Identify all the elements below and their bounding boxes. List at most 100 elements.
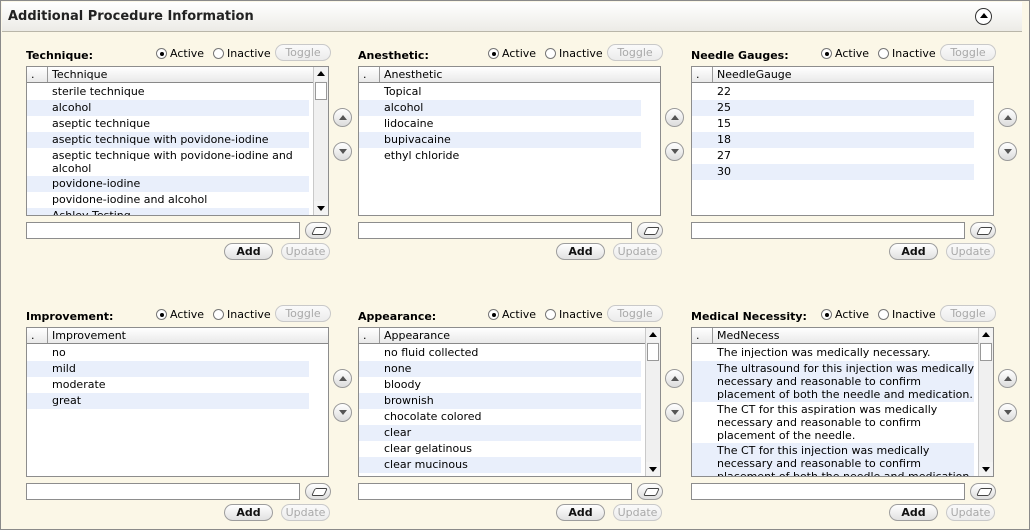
add-button[interactable]: Add [224,243,273,260]
list-anesthetic[interactable]: . Anesthetic Topical alcohol lidocaine bupiva… [358,66,661,216]
list-technique[interactable]: . Technique sterile technique alcohol asepti… [26,66,329,216]
list-item[interactable]: clear [359,425,641,441]
update-button[interactable]: Update [946,504,995,521]
move-up-icon[interactable] [998,108,1017,127]
eraser-icon[interactable] [305,483,331,500]
eraser-icon[interactable] [637,483,663,500]
inactive-radio[interactable] [878,309,890,320]
list-item[interactable]: The CT for this aspiration was medically… [692,402,974,443]
update-button[interactable]: Update [946,243,995,260]
toggle-button[interactable]: Toggle [940,305,996,322]
list-item[interactable]: 22 [692,84,974,100]
list-improvement[interactable]: . Improvement no mild moderate great [26,327,329,477]
move-down-icon[interactable] [665,142,684,161]
list-item[interactable]: mild [27,361,309,377]
scroll-down-icon[interactable] [314,201,328,215]
eraser-icon[interactable] [637,222,663,239]
toggle-button[interactable]: Toggle [275,305,331,322]
add-button[interactable]: Add [556,243,605,260]
list-mednecess[interactable]: . MedNecess The injection was medically ne… [691,327,994,477]
list-item[interactable]: aseptic technique [27,116,309,132]
add-button[interactable]: Add [556,504,605,521]
list-item[interactable]: The injection was medically necessary. [692,345,974,361]
list-item[interactable]: povidone-iodine [27,176,309,192]
update-button[interactable]: Update [613,504,662,521]
vertical-scrollbar[interactable] [645,328,660,476]
active-radio[interactable] [156,309,167,320]
scroll-up-icon[interactable] [979,328,993,342]
list-item[interactable]: aseptic technique with povidone-iodine a… [27,148,309,176]
scroll-thumb[interactable] [315,82,327,100]
list-item[interactable]: no [27,345,309,361]
scroll-down-icon[interactable] [979,462,993,476]
new-item-input[interactable] [691,222,965,239]
move-up-icon[interactable] [665,108,684,127]
add-button[interactable]: Add [889,504,938,521]
list-item[interactable]: no fluid collected [359,345,641,361]
list-item[interactable]: 15 [692,116,974,132]
inactive-radio[interactable] [213,48,225,59]
new-item-input[interactable] [358,222,632,239]
list-item[interactable]: alcohol [359,100,641,116]
inactive-radio[interactable] [545,48,557,59]
move-down-icon[interactable] [998,142,1017,161]
list-item[interactable]: clear mucinous [359,457,641,473]
add-button[interactable]: Add [889,243,938,260]
new-item-input[interactable] [26,483,300,500]
list-item[interactable]: 18 [692,132,974,148]
new-item-input[interactable] [691,483,965,500]
toggle-button[interactable]: Toggle [940,44,996,61]
list-item[interactable]: bloody [359,377,641,393]
active-radio[interactable] [488,48,499,59]
move-down-icon[interactable] [333,142,352,161]
list-needlegauge[interactable]: . NeedleGauge 22 25 15 18 27 30 [691,66,994,216]
list-item[interactable]: 30 [692,164,974,180]
move-down-icon[interactable] [333,403,352,422]
list-item[interactable]: clear gelatinous [359,441,641,457]
scroll-up-icon[interactable] [646,328,660,342]
list-item[interactable]: 27 [692,148,974,164]
list-item[interactable]: aseptic technique with povidone-iodine [27,132,309,148]
toggle-button[interactable]: Toggle [275,44,331,61]
toggle-button[interactable]: Toggle [607,305,663,322]
list-item[interactable]: ethyl chloride [359,148,641,164]
update-button[interactable]: Update [281,243,330,260]
update-button[interactable]: Update [613,243,662,260]
eraser-icon[interactable] [305,222,331,239]
list-item[interactable]: Ashley Testing [27,208,309,215]
inactive-radio[interactable] [878,48,890,59]
move-up-icon[interactable] [665,369,684,388]
active-radio[interactable] [488,309,499,320]
list-item[interactable]: 25 [692,100,974,116]
new-item-input[interactable] [358,483,632,500]
move-down-icon[interactable] [998,403,1017,422]
scroll-thumb[interactable] [980,343,992,361]
list-item[interactable]: Topical [359,84,641,100]
inactive-radio[interactable] [545,309,557,320]
eraser-icon[interactable] [970,483,996,500]
active-radio[interactable] [821,48,832,59]
list-item[interactable]: none [359,361,641,377]
scroll-down-icon[interactable] [646,462,660,476]
list-item[interactable]: The ultrasound for this injection was me… [692,361,974,402]
list-item[interactable]: brownish [359,393,641,409]
list-item[interactable]: povidone-iodine and alcohol [27,192,309,208]
new-item-input[interactable] [26,222,300,239]
add-button[interactable]: Add [224,504,273,521]
move-down-icon[interactable] [665,403,684,422]
list-item[interactable]: lidocaine [359,116,641,132]
active-radio[interactable] [156,48,167,59]
list-item[interactable]: great [27,393,309,409]
move-up-icon[interactable] [333,369,352,388]
collapse-icon[interactable] [975,8,992,25]
list-item[interactable]: chocolate colored [359,409,641,425]
move-up-icon[interactable] [998,369,1017,388]
list-appearance[interactable]: . Appearance no fluid collected none bloody b… [358,327,661,477]
list-item[interactable]: The CT for this injection was medically … [692,443,974,476]
vertical-scrollbar[interactable] [313,67,328,215]
eraser-icon[interactable] [970,222,996,239]
move-up-icon[interactable] [333,108,352,127]
list-item[interactable]: moderate [27,377,309,393]
scroll-up-icon[interactable] [314,67,328,81]
list-item[interactable]: bupivacaine [359,132,641,148]
